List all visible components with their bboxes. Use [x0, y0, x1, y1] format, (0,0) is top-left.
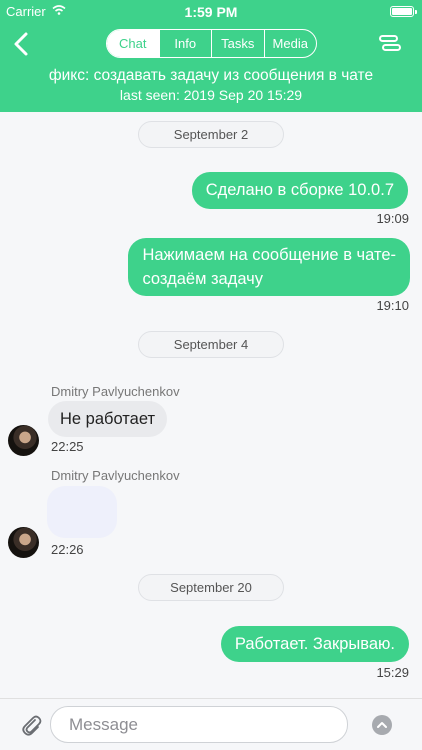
- tab-info[interactable]: Info: [158, 30, 212, 57]
- clock: 1:59 PM: [184, 4, 238, 20]
- outgoing-message[interactable]: Нажимаем на сообщение в чате- создаём за…: [128, 238, 410, 296]
- send-button[interactable]: [372, 715, 392, 735]
- chat-header: Carrier 1:59 PM Chat Info Tasks Media фи…: [0, 0, 422, 112]
- sender-name: Dmitry Pavlyuchenkov: [51, 468, 180, 483]
- status-bar: Carrier 1:59 PM: [0, 0, 422, 24]
- message-time: 22:25: [51, 439, 84, 454]
- tab-media[interactable]: Media: [263, 30, 317, 57]
- date-separator: September 2: [138, 121, 284, 148]
- avatar[interactable]: [8, 527, 39, 558]
- composer-bar: [0, 698, 422, 750]
- filter-icon[interactable]: [378, 34, 402, 54]
- message-text-line: Нажимаем на сообщение в чате-: [142, 246, 396, 264]
- back-button[interactable]: [10, 30, 32, 58]
- paperclip-icon[interactable]: [20, 713, 42, 737]
- chevron-up-icon: [377, 722, 387, 728]
- image-message[interactable]: [47, 486, 117, 538]
- outgoing-message[interactable]: Сделано в сборке 10.0.7: [191, 172, 408, 209]
- message-input[interactable]: [50, 706, 348, 743]
- incoming-message[interactable]: Не работает: [48, 401, 168, 437]
- tab-chat[interactable]: Chat: [107, 30, 159, 57]
- tab-tasks[interactable]: Tasks: [211, 30, 264, 57]
- avatar[interactable]: [8, 425, 39, 456]
- message-time: 19:09: [376, 211, 409, 226]
- message-time: 22:26: [51, 542, 84, 557]
- last-seen-label: last seen: 2019 Sep 20 15:29: [119, 87, 303, 103]
- date-separator: September 4: [138, 331, 284, 358]
- chat-title: фикс: создавать задачу из сообщения в ча…: [48, 67, 374, 84]
- battery-icon: [390, 6, 417, 17]
- date-separator: September 20: [138, 574, 284, 601]
- sender-name: Dmitry Pavlyuchenkov: [51, 384, 180, 399]
- chat-tabs: Chat Info Tasks Media: [106, 29, 317, 58]
- message-time: 19:10: [376, 298, 409, 313]
- message-time: 15:29: [376, 665, 409, 680]
- message-text-line: создаём задачу: [142, 270, 264, 288]
- outgoing-message[interactable]: Работает. Закрываю.: [220, 626, 409, 662]
